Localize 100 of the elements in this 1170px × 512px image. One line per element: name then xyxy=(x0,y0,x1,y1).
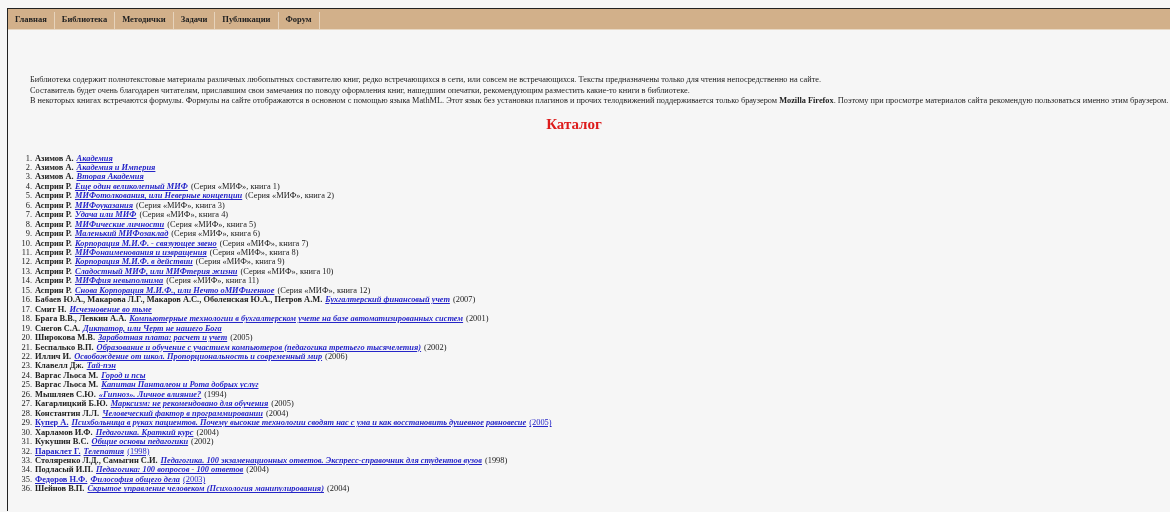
item-number: 27. xyxy=(20,399,32,409)
book-link[interactable]: Снова Корпорация М.И.Ф., или Нечто оМИФигенное xyxy=(74,285,275,295)
book-link[interactable]: Педагогика: 100 вопросов - 100 ответов xyxy=(96,465,244,475)
book-link[interactable]: Человеческий фактор в программировании xyxy=(102,408,263,418)
item-number: 6. xyxy=(24,200,32,211)
book-link[interactable]: Телепатия xyxy=(83,446,125,456)
book-note: (Серия «МИФ», книга 1) xyxy=(190,181,280,191)
book-note: (2006) xyxy=(325,352,348,361)
book-link[interactable]: Академия и Империя xyxy=(76,162,156,172)
intro-paragraph: В некоторых книгах встречаются формулы. Формулы на сайте отображаются в основном с помощью языка MathML. Этот язык без установки плагинов и прочих телодвижений поддерживается только браузером Mozilla Firefox. Поэтому при просмотре материалов сайта рекомендую пользоваться именно этим браузером. xyxy=(29,96,1170,107)
book-author: Варгас Льоса М. xyxy=(35,380,99,390)
book-note: (2003) xyxy=(183,474,206,484)
item-number: 31. xyxy=(20,437,32,447)
book-link[interactable]: Компьютерные технологии в бухгалтерском учете на базе автоматизированных систем xyxy=(129,314,464,324)
book-author: Брага В.В., Левкин А.А. xyxy=(35,314,127,324)
nav-link[interactable]: Библиотека xyxy=(54,12,116,29)
book-link[interactable]: Педагогика. Краткий курс xyxy=(95,427,194,437)
book-link[interactable]: Вторая Академия xyxy=(76,172,144,182)
book-link[interactable]: МИФонаименования и извращения xyxy=(74,248,207,258)
book-link[interactable]: Капитан Панталеон и Рота добрых услуг xyxy=(101,380,259,390)
book-link[interactable]: «Гипноз». Личное влияние? xyxy=(98,389,202,399)
book-link[interactable]: Бухгалтерский финансовый учет xyxy=(325,295,450,305)
book-author: Бабаев Ю.А., Макарова Л.Г., Макаров А.С., Оболенская Ю.А., Петров А.М. xyxy=(35,295,323,305)
book-note: (2005) xyxy=(230,333,253,343)
book-author: Мышляев С.Ю. xyxy=(35,389,96,399)
book-link[interactable]: Заработная плата: расчет и учет xyxy=(98,333,228,343)
item-number: 14. xyxy=(20,276,32,286)
book-link[interactable]: Сладостный МИФ, или МИФтерия жизни xyxy=(74,266,238,276)
book-note: (2005) xyxy=(529,418,552,428)
book-author: Асприн Р. xyxy=(35,181,72,191)
intro-paragraph: Составитель будет очень благодарен читателям, приславшим свои замечания по поводу оформления книг, нашедшим опечатки, рекомендующим разместить какие-то книги в библиотеке. xyxy=(29,85,691,96)
item-number: 25. xyxy=(20,380,32,390)
book-author: Харламов И.Ф. xyxy=(35,427,93,437)
book-link[interactable]: Образование и обучение с участием компьютеров (педагогика третьего тысячелетия) xyxy=(96,342,422,352)
book-author: Кагарлицкий Б.Ю. xyxy=(35,399,108,409)
item-number: 32. xyxy=(20,446,32,456)
item-number: 9. xyxy=(24,229,32,239)
book-author: Варгас Льоса М. xyxy=(35,370,99,380)
book-link[interactable]: Скрытое управление человеком (Психология манипулирования) xyxy=(87,484,324,494)
book-author: Купер А. xyxy=(35,418,69,428)
book-note: (Серия «МИФ», книга 6) xyxy=(171,229,261,239)
book-link[interactable]: МИФоуказания xyxy=(74,200,134,210)
item-number: 15. xyxy=(20,285,32,296)
book-note: (Серия «МИФ», книга 12) xyxy=(277,285,371,295)
book-link[interactable]: Корпорация М.И.Ф. - связующее звено xyxy=(74,238,217,248)
book-link[interactable]: Педагогика. 100 экзаменационных ответов. Экспресс-справочник для студентов вузов xyxy=(160,456,482,465)
book-author: Константин Л.Л. xyxy=(35,408,100,418)
book-note: (1998) xyxy=(127,446,150,456)
nav-link[interactable]: Методички xyxy=(115,12,174,29)
item-number: 29. xyxy=(20,418,32,428)
book-note: (Серия «МИФ», книга 8) xyxy=(209,248,299,258)
book-link[interactable]: МИФфия невыполнима xyxy=(74,276,164,286)
book-note: (1994) xyxy=(204,389,227,399)
book-link[interactable]: Академия xyxy=(76,153,113,163)
book-link[interactable]: Философия общего дела xyxy=(90,474,180,484)
book-link[interactable]: Удача или МИФ xyxy=(74,210,137,220)
book-link[interactable]: МИФические личности xyxy=(74,219,165,229)
book-link[interactable]: Маленький МИФозаклад xyxy=(74,229,169,239)
book-link[interactable]: Общие основы педагогики xyxy=(91,437,189,447)
book-link[interactable]: Город и псы xyxy=(101,370,146,380)
item-number: 7. xyxy=(24,210,32,220)
item-number: 3. xyxy=(24,172,32,182)
item-number: 12. xyxy=(20,257,32,267)
book-note: (Серия «МИФ», книга 10) xyxy=(240,266,334,276)
book-author: Параклет Г. xyxy=(35,446,81,456)
book-author: Асприн Р. xyxy=(35,248,72,258)
book-note: (Серия «МИФ», книга 5) xyxy=(167,219,256,229)
book-note: (Серия «МИФ», книга 9) xyxy=(195,257,285,267)
book-link[interactable]: МИФотолкования, или Неверные концепции xyxy=(74,191,243,201)
item-number: 4. xyxy=(24,181,32,192)
book-author: Столяренко Л.Д., Самыгин С.И. xyxy=(35,456,158,465)
book-link[interactable]: Тай-пэн xyxy=(86,361,116,371)
catalog-heading: Каталог xyxy=(545,115,603,133)
book-author: Азимов А. xyxy=(35,162,74,172)
book-author: Иллич И. xyxy=(35,352,72,361)
intro-paragraph: Библиотека содержит полнотекстовые материалы различных любопытных составителю книг, редко встречающихся в сети, или совсем не встречающихся. Тексты предназначены только для чтения непосредственно на сайте. xyxy=(29,75,823,86)
book-author: Азимов А. xyxy=(35,172,74,182)
nav-link[interactable]: Главная xyxy=(8,12,55,29)
book-link[interactable]: Освобождение от школ. Пропорциональность и современный мир xyxy=(74,352,323,361)
book-link[interactable]: Еще один великолепный МИФ xyxy=(74,181,188,191)
book-author: Асприн Р. xyxy=(35,238,72,248)
item-number: 11. xyxy=(20,248,32,258)
book-link[interactable]: Диктатор, или Черт не нашего Бога xyxy=(83,323,222,333)
book-author: Асприн Р. xyxy=(35,200,72,210)
book-link[interactable]: Психбольница в руках пациентов. Почему высокие технологии сводят нас с ума и как восстановить душевное равновесие xyxy=(71,418,527,428)
book-link[interactable]: Корпорация М.И.Ф. в действии xyxy=(74,257,193,267)
nav-link[interactable]: Публикации xyxy=(215,12,279,29)
item-number: 33. xyxy=(20,456,32,466)
book-link[interactable]: Исчезновение во тьме xyxy=(69,304,152,314)
item-number: 20. xyxy=(20,333,32,343)
book-link[interactable]: Марксизм: не рекомендовано для обучения xyxy=(110,399,269,409)
item-number: 30. xyxy=(20,427,32,438)
nav-link[interactable]: Задачи xyxy=(173,12,216,29)
nav-link[interactable]: Форум xyxy=(278,12,320,29)
book-author: Клавелл Дж. xyxy=(35,361,84,371)
item-number: 24. xyxy=(20,370,32,381)
book-author: Азимов А. xyxy=(35,153,74,163)
item-number: 35. xyxy=(20,474,32,485)
book-author: Федоров Н.Ф. xyxy=(35,474,88,484)
item-number: 2. xyxy=(24,162,32,173)
